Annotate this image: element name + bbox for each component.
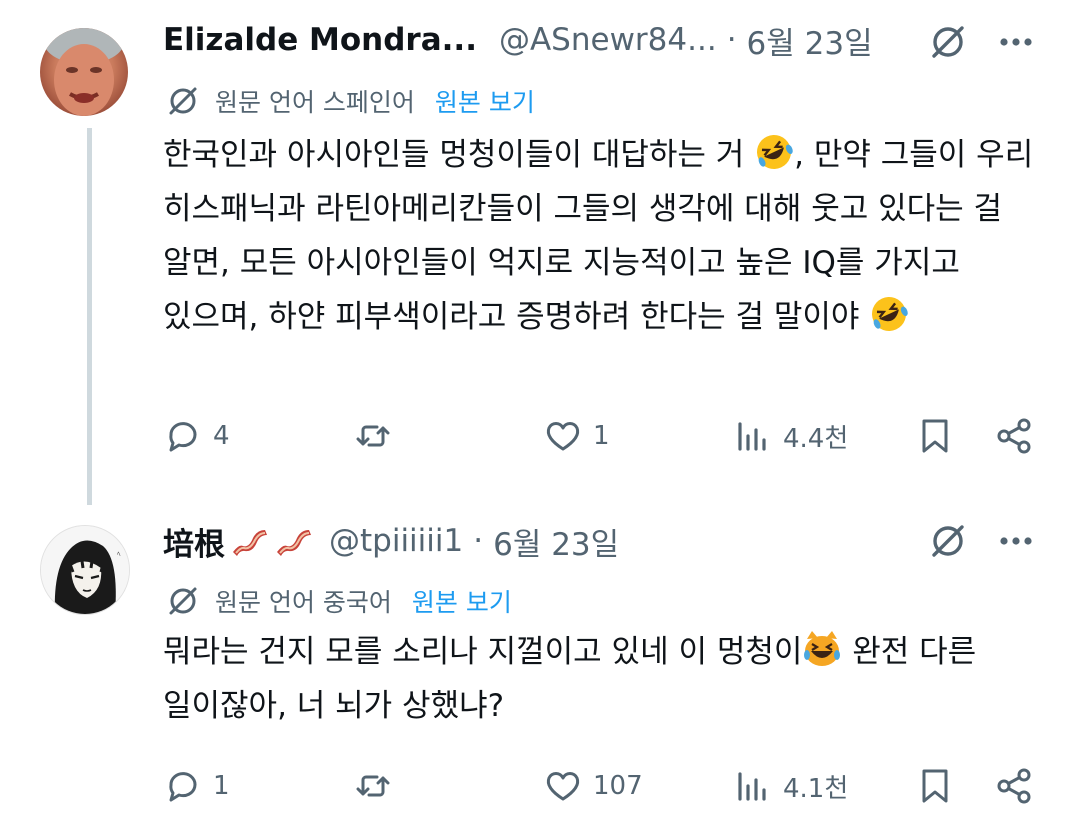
bacon-emoji-icon	[233, 530, 267, 556]
share-button[interactable]	[995, 414, 1035, 458]
bookmark-button[interactable]	[915, 414, 955, 458]
bacon-emoji-icon	[277, 530, 311, 556]
translation-label: 원문 언어 스페인어	[215, 88, 415, 117]
cat-joy-emoji-icon	[804, 631, 841, 666]
tweet-date[interactable]: 6월 23일	[747, 18, 873, 63]
translation-label: 원문 언어 중국어	[215, 588, 392, 617]
separator-dot: ·	[726, 22, 737, 58]
user-handle[interactable]: @ASnewr84...	[499, 22, 717, 58]
user-handle[interactable]: @tpiiiiii1	[329, 523, 463, 559]
views-button[interactable]: 4.1천	[733, 764, 848, 808]
rofl-emoji-icon	[872, 297, 909, 331]
tweet-date[interactable]: 6월 23일	[493, 519, 619, 564]
reply-button[interactable]: 4	[163, 414, 230, 458]
tweet-text: 뭐라는 건지 모를 소리나 지껄이고 있네 이 멍청이 완전 다른 일이잖아, …	[163, 625, 1043, 733]
bookmark-button[interactable]	[915, 764, 955, 808]
share-button[interactable]	[995, 764, 1035, 808]
tweet-text-part: 뭐라는 건지 모를 소리나 지껄이고 있네 이 멍청이	[163, 634, 803, 670]
views-count: 4.1천	[783, 773, 849, 804]
reply-button[interactable]: 1	[163, 764, 230, 808]
show-original-link[interactable]: 원본 보기	[412, 583, 512, 619]
retweet-button[interactable]	[353, 764, 403, 808]
translation-notice: 원문 언어 중국어 원본 보기	[165, 581, 512, 621]
like-button[interactable]: 107	[543, 764, 643, 808]
reply-icon	[169, 422, 197, 452]
grok-icon[interactable]	[928, 22, 968, 62]
separator-dot: ·	[473, 523, 484, 559]
more-icon[interactable]	[998, 36, 1034, 48]
share-icon	[997, 768, 1031, 804]
thread-line	[87, 128, 92, 505]
retweet-icon	[356, 425, 390, 447]
show-original-link[interactable]: 원본 보기	[435, 83, 535, 119]
tweet-1[interactable]: Elizalde Mondra... @ASnewr84... · 6월 23일…	[0, 0, 1080, 505]
heart-icon	[546, 772, 580, 801]
translate-icon	[169, 87, 197, 115]
svg-text:ﾍ: ﾍ	[117, 550, 121, 558]
retweet-button[interactable]	[353, 414, 403, 458]
action-bar: 4 1 4.4천	[163, 414, 1043, 458]
reply-icon	[169, 772, 197, 802]
display-name[interactable]: Elizalde Mondra...	[163, 22, 477, 58]
reply-count: 1	[213, 771, 230, 801]
tweet-header: 培根 @tpiiiiii1 · 6월 23일	[163, 519, 619, 563]
translate-icon	[169, 587, 197, 615]
action-bar: 1 107 4.1천	[163, 764, 1043, 808]
reply-count: 4	[213, 421, 230, 451]
like-count: 1	[593, 421, 610, 451]
more-icon[interactable]	[998, 535, 1034, 547]
bookmark-icon	[922, 769, 948, 803]
tweet-header: Elizalde Mondra... @ASnewr84... · 6월 23일	[163, 18, 873, 62]
views-icon	[738, 422, 766, 451]
views-count: 4.4천	[783, 423, 849, 454]
retweet-icon	[356, 775, 390, 797]
tweet-2[interactable]: ﾍ 培根 @tpiiiiii1 · 6월 23일 원문 언어 중국어 원본 보기	[0, 505, 1080, 839]
heart-icon	[546, 422, 580, 451]
grok-icon[interactable]	[928, 521, 968, 561]
bookmark-icon	[922, 419, 948, 453]
tweet-text-part: 한국인과 아시아인들 멍청이들이 대답하는 거	[163, 137, 755, 173]
avatar[interactable]: ﾍ	[40, 525, 130, 615]
views-icon	[738, 772, 766, 801]
avatar[interactable]	[40, 28, 128, 116]
tweet-text: 한국인과 아시아인들 멍청이들이 대답하는 거 , 만약 그들이 우리 히스패닉…	[163, 128, 1043, 344]
translation-notice: 원문 언어 스페인어 원본 보기	[165, 81, 535, 121]
views-button[interactable]: 4.4천	[733, 414, 848, 458]
display-name[interactable]: 培根	[163, 519, 225, 564]
like-button[interactable]: 1	[543, 414, 610, 458]
like-count: 107	[593, 771, 643, 801]
share-icon	[997, 418, 1031, 454]
rofl-emoji-icon	[757, 135, 793, 169]
